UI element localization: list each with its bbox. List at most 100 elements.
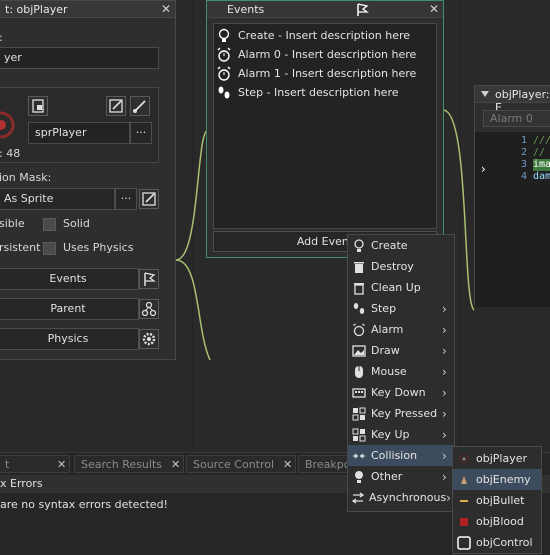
physics-settings-button[interactable] <box>139 329 159 349</box>
code-line: ima <box>533 159 550 171</box>
menu-item-key-down[interactable]: Key Down › <box>348 382 454 403</box>
footsteps-icon <box>351 301 367 317</box>
events-window-title: Events <box>227 3 265 16</box>
sprite-select-field[interactable]: sprPlayer <box>28 122 130 144</box>
code-line: dam <box>533 171 550 182</box>
collision-mask-browse-button[interactable]: ··· <box>115 188 137 210</box>
chevron-right-icon: › <box>442 427 447 442</box>
close-icon[interactable]: ✕ <box>159 2 173 16</box>
edit-icon <box>142 192 156 206</box>
key-up-icon <box>351 427 367 443</box>
collision-icon <box>351 448 367 464</box>
gear-icon <box>142 332 156 346</box>
menu-item-label: Create <box>371 239 408 252</box>
events-list: Create - Insert description here Alarm 0… <box>213 23 437 229</box>
object-editor-window: t: objPlayer ✕ : yer sprPlayer ··· : 48 … <box>0 0 176 360</box>
alarm-icon <box>217 47 231 62</box>
visible-label: sible <box>0 217 25 230</box>
sprite-preview-icon <box>0 111 15 139</box>
code-line: /// <box>533 135 550 146</box>
events-button[interactable]: Events <box>0 268 139 290</box>
edit-icon <box>109 99 123 113</box>
collision-item-objbullet[interactable]: objBullet <box>453 490 541 511</box>
tab-search-results[interactable]: Search Results ✕ <box>74 455 184 473</box>
edit-mask-button[interactable] <box>139 189 159 209</box>
events-flag-button[interactable] <box>139 269 159 289</box>
persistent-label: rsistent <box>0 241 41 254</box>
collision-mask-field[interactable]: As Sprite <box>0 188 115 210</box>
collision-item-objblood[interactable]: objBlood <box>453 511 541 532</box>
menu-item-alarm[interactable]: Alarm › <box>348 319 454 340</box>
object-sprite-icon <box>456 493 472 509</box>
events-window: Events ✕ Create - Insert description her… <box>206 0 444 258</box>
menu-item-create[interactable]: Create <box>348 235 454 256</box>
line-number: 2 <box>520 147 527 158</box>
object-sprite-icon <box>456 472 472 488</box>
events-window-titlebar[interactable]: Events ✕ <box>207 1 443 18</box>
event-label: Alarm 0 - Insert description here <box>238 48 417 61</box>
chevron-right-icon: › <box>442 322 447 337</box>
object-window-titlebar[interactable]: t: objPlayer ✕ <box>0 1 175 18</box>
solid-checkbox[interactable] <box>43 218 56 231</box>
chevron-down-icon[interactable] <box>481 91 489 97</box>
code-editor-window: objPlayer: E Alarm 0 › 1 2 3 4 /// // im… <box>474 85 550 307</box>
collision-item-objcontrol[interactable]: objControl <box>453 532 541 553</box>
menu-item-label: Asynchronous <box>369 491 447 504</box>
collision-item-objenemy[interactable]: objEnemy <box>453 469 541 490</box>
object-name-field[interactable]: yer <box>0 47 159 69</box>
event-item-alarm-1[interactable]: Alarm 1 - Insert description here <box>216 64 416 83</box>
close-icon[interactable]: ✕ <box>171 458 180 471</box>
menu-item-asynchronous[interactable]: Asynchronous › <box>348 487 454 508</box>
code-window-titlebar[interactable]: objPlayer: E <box>475 86 550 114</box>
new-sprite-icon <box>32 99 44 113</box>
event-item-create[interactable]: Create - Insert description here <box>216 26 410 45</box>
event-item-alarm-0[interactable]: Alarm 0 - Insert description here <box>216 45 416 64</box>
menu-item-collision[interactable]: Collision › <box>348 445 454 466</box>
collision-item-label: objPlayer <box>476 452 527 465</box>
close-icon[interactable]: ✕ <box>57 458 66 471</box>
flag-icon <box>357 3 369 16</box>
menu-item-mouse[interactable]: Mouse › <box>348 361 454 382</box>
lightbulb-icon <box>351 238 367 254</box>
new-sprite-button[interactable] <box>28 96 48 116</box>
menu-item-other[interactable]: Other › <box>348 466 454 487</box>
menu-item-key-pressed[interactable]: Key Pressed › <box>348 403 454 424</box>
collision-item-objplayer[interactable]: objPlayer <box>453 448 541 469</box>
alarm-icon <box>351 322 367 338</box>
tab-output[interactable]: t ✕ <box>0 455 70 473</box>
physics-button[interactable]: Physics <box>0 328 139 350</box>
menu-item-key-up[interactable]: Key Up › <box>348 424 454 445</box>
lightbulb-icon <box>351 469 367 485</box>
chevron-right-icon: › <box>442 406 447 421</box>
tab-source-control[interactable]: Source Control ✕ <box>186 455 296 473</box>
name-label-fragment: : <box>0 31 3 44</box>
close-icon[interactable]: ✕ <box>283 458 292 471</box>
menu-item-draw[interactable]: Draw › <box>348 340 454 361</box>
menu-item-destroy[interactable]: Destroy <box>348 256 454 277</box>
sprite-info-label: : 48 <box>0 147 21 160</box>
syntax-errors-message: are no syntax errors detected! <box>0 498 168 511</box>
sprite-browse-button[interactable]: ··· <box>130 122 152 144</box>
code-lines: /// // ima dam <box>533 135 550 183</box>
uses-physics-checkbox[interactable] <box>43 242 56 255</box>
menu-item-clean-up[interactable]: Clean Up <box>348 277 454 298</box>
parent-hierarchy-button[interactable] <box>139 299 159 319</box>
trash-icon <box>351 280 367 296</box>
collision-item-label: objBullet <box>476 494 525 507</box>
object-sprite-icon <box>456 451 472 467</box>
menu-item-label: Draw <box>371 344 400 357</box>
current-line-marker-icon: › <box>481 162 486 176</box>
edit-sprite-button[interactable] <box>106 96 126 116</box>
code-event-tab[interactable]: Alarm 0 <box>483 110 550 127</box>
menu-item-label: Destroy <box>371 260 414 273</box>
collision-item-label: objControl <box>476 536 533 549</box>
event-item-step[interactable]: Step - Insert description here <box>216 83 399 102</box>
collision-submenu: objPlayer objEnemy objBullet objBlood ob… <box>452 446 542 554</box>
close-icon[interactable]: ✕ <box>427 2 441 16</box>
parent-button[interactable]: Parent <box>0 298 139 320</box>
chevron-right-icon: › <box>442 301 447 316</box>
menu-item-step[interactable]: Step › <box>348 298 454 319</box>
paint-sprite-button[interactable] <box>130 96 150 116</box>
menu-item-label: Mouse <box>371 365 407 378</box>
chevron-right-icon: › <box>442 385 447 400</box>
